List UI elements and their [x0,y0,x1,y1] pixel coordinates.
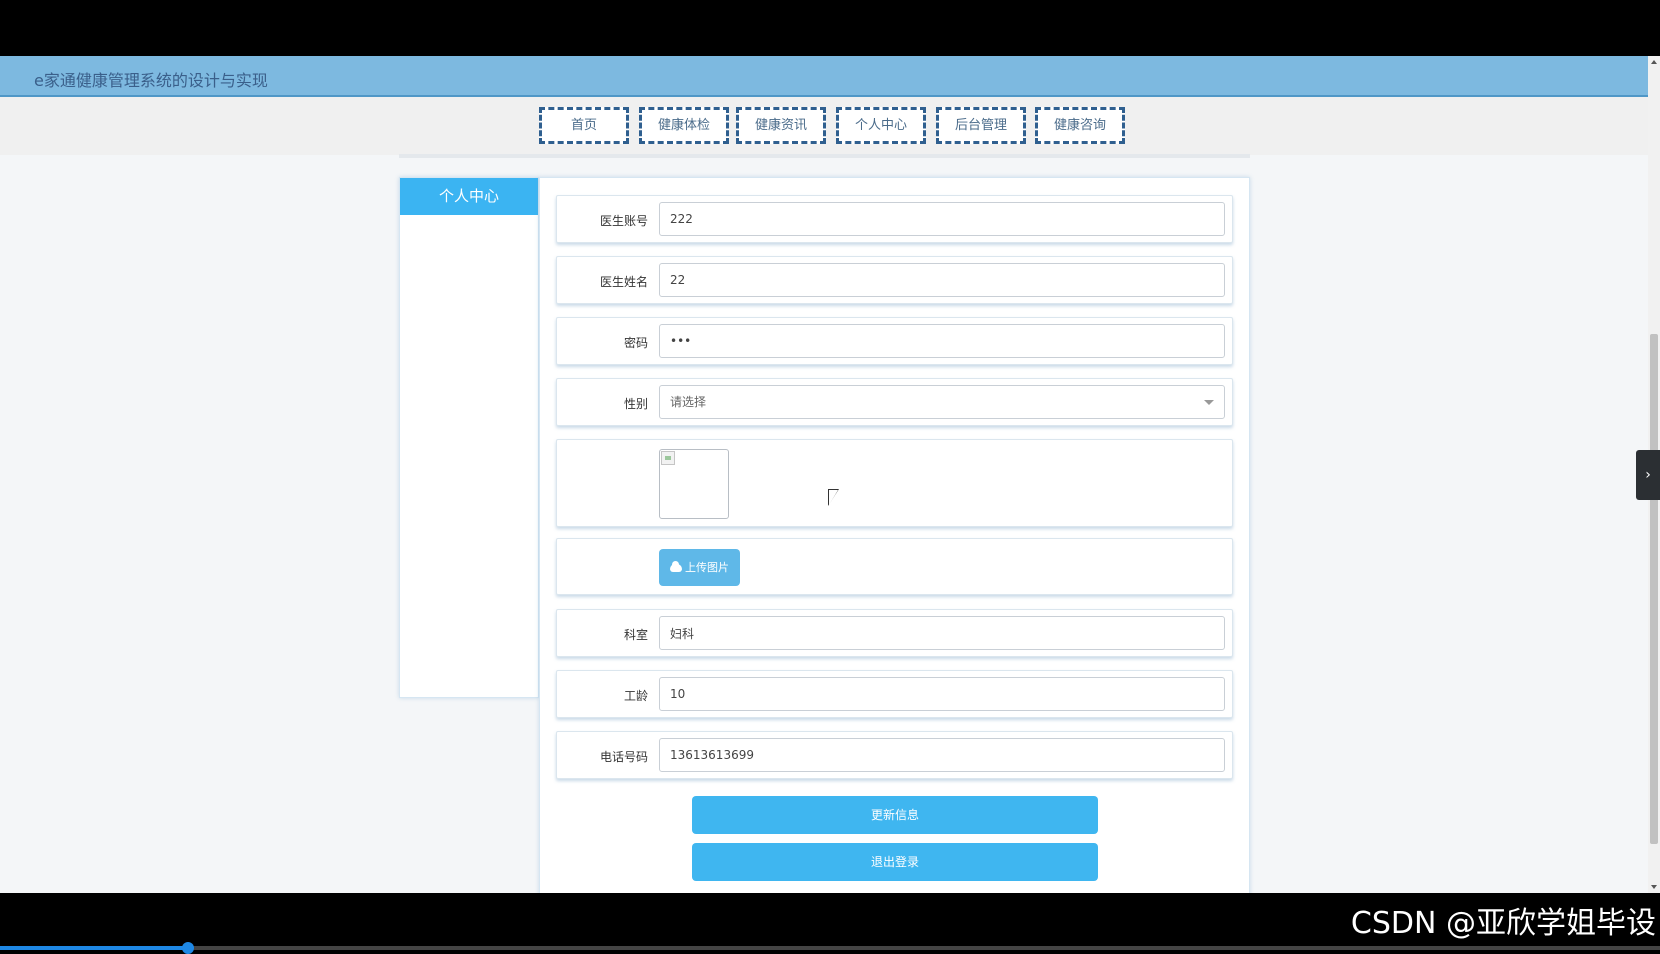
scroll-up-arrow-icon[interactable] [1651,60,1657,64]
nav-item-personal-center[interactable]: 个人中心 [836,107,926,144]
cloud-upload-icon [670,561,682,572]
chevron-right-icon: › [1645,467,1651,483]
side-panel-toggle[interactable]: › [1636,450,1660,500]
sidebar-item-personal-center[interactable]: 个人中心 [400,178,538,215]
department-input[interactable] [659,616,1225,650]
divider [399,154,1250,158]
upload-image-button[interactable]: 上传图片 [659,549,740,586]
form-row-gender: 性别 请选择 [556,378,1233,426]
password-label: 密码 [623,336,648,350]
nav-item-health-consult[interactable]: 健康咨询 [1035,107,1125,144]
phone-input[interactable] [659,738,1225,772]
form-row-photo-upload: 上传图片 [556,538,1233,595]
password-input[interactable] [659,324,1225,358]
doctor-name-input[interactable] [659,263,1225,297]
video-progress-handle[interactable] [181,942,194,954]
chevron-down-icon [1204,400,1214,405]
doctor-account-input[interactable] [659,202,1225,236]
video-progress-bar[interactable] [0,942,1660,954]
form-row-photo-preview [556,439,1233,527]
site-header: e家通健康管理系统的设计与实现 [0,56,1648,97]
logout-button[interactable]: 退出登录 [692,843,1098,881]
form-row-doctor-account: 医生账号 [556,195,1233,243]
upload-image-label: 上传图片 [685,561,729,574]
browser-viewport: e家通健康管理系统的设计与实现 首页 健康体检 健康资讯 个人中心 后台管理 健… [0,56,1660,893]
phone-label: 电话号码 [599,750,648,764]
gender-select[interactable]: 请选择 [659,385,1225,419]
form-row-years: 工龄 [556,670,1233,718]
nav-bar: 首页 健康体检 健康资讯 个人中心 后台管理 健康咨询 [0,97,1648,155]
scroll-thumb[interactable] [1650,334,1658,844]
mouse-cursor-icon [829,490,838,505]
doctor-name-label: 医生姓名 [599,275,648,289]
sidebar: 个人中心 [399,177,539,698]
nav-item-admin[interactable]: 后台管理 [936,107,1026,144]
update-info-button[interactable]: 更新信息 [692,796,1098,834]
nav-item-health-checkup[interactable]: 健康体检 [639,107,729,144]
years-input[interactable] [659,677,1225,711]
site-title: e家通健康管理系统的设计与实现 [34,71,268,90]
form-row-phone: 电话号码 [556,731,1233,779]
nav-item-health-news[interactable]: 健康资讯 [736,107,826,144]
watermark: CSDN @亚欣学姐毕设 [1350,906,1656,941]
photo-preview [659,449,729,519]
screen: e家通健康管理系统的设计与实现 首页 健康体检 健康资讯 个人中心 后台管理 健… [0,0,1660,954]
gender-label: 性别 [623,397,648,411]
nav-item-home[interactable]: 首页 [539,107,629,144]
form-row-doctor-name: 医生姓名 [556,256,1233,304]
gender-select-value: 请选择 [670,395,707,409]
form-row-password: 密码 [556,317,1233,365]
years-label: 工龄 [623,689,648,703]
form-row-department: 科室 [556,609,1233,657]
scroll-down-arrow-icon[interactable] [1651,885,1657,889]
video-progress-fill [0,946,188,950]
doctor-account-label: 医生账号 [599,214,648,228]
broken-image-icon [661,451,675,465]
department-label: 科室 [623,628,648,642]
profile-form: 医生账号 医生姓名 密码 性别 请选择 [539,177,1250,893]
